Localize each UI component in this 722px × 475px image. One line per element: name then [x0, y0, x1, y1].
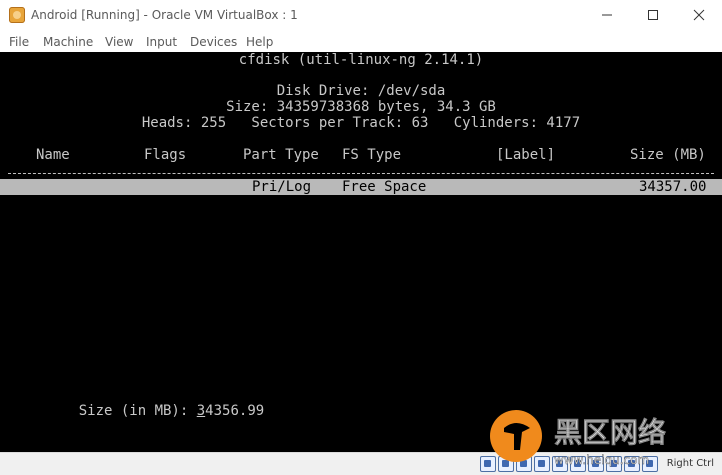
row-size: 34357.00 — [639, 179, 707, 195]
col-part-type: Part Type — [243, 147, 319, 163]
menu-help[interactable]: Help — [246, 35, 273, 49]
row-part-type: Pri/Log — [252, 179, 312, 195]
disk-size-line: Size: 34359738368 bytes, 34.3 GB — [226, 99, 496, 115]
menu-bar: File Machine View Input Devices Help — [0, 30, 722, 52]
disk-geometry-line: Heads: 255 Sectors per Track: 63 Cylinde… — [141, 115, 581, 131]
minimize-button[interactable] — [584, 0, 630, 30]
size-prompt-label: Size (in MB): — [78, 403, 197, 419]
virtualbox-app-icon — [9, 7, 25, 23]
col-label: [Label] — [496, 147, 556, 163]
col-name: Name — [36, 147, 70, 163]
menu-input[interactable]: Input — [146, 35, 177, 49]
col-flags: Flags — [144, 147, 187, 163]
menu-machine[interactable]: Machine — [43, 35, 93, 49]
menu-devices[interactable]: Devices — [190, 35, 237, 49]
menu-view[interactable]: View — [105, 35, 133, 49]
vm-screen[interactable]: cfdisk (util-linux-ng 2.14.1) Disk Drive… — [0, 52, 722, 452]
col-size: Size (MB) — [630, 147, 706, 163]
cursor-char: 3 — [196, 403, 206, 419]
close-button[interactable] — [676, 0, 722, 30]
size-prompt[interactable]: Size (in MB): 34356.99 — [45, 387, 264, 435]
size-prompt-value: 4356.99 — [205, 403, 265, 419]
col-fs-type: FS Type — [342, 147, 402, 163]
watermark-url: www.heiqu.com — [554, 453, 649, 467]
header-separator — [8, 173, 714, 174]
window-controls — [584, 0, 722, 30]
menu-file[interactable]: File — [9, 35, 29, 49]
watermark-text: 黑区网络 — [554, 416, 666, 449]
watermark: 黑区网络 www.heiqu.com — [490, 410, 666, 467]
row-fs-type: Free Space — [342, 179, 427, 195]
maximize-icon — [648, 10, 658, 20]
cfdisk-title: cfdisk (util-linux-ng 2.14.1) — [238, 52, 484, 68]
disk-drive-line: Disk Drive: /dev/sda — [276, 83, 446, 99]
window-title: Android [Running] - Oracle VM VirtualBox… — [31, 8, 298, 22]
title-bar: Android [Running] - Oracle VM VirtualBox… — [0, 0, 722, 30]
partition-row-selected[interactable]: Pri/Log Free Space 34357.00 — [0, 179, 722, 195]
maximize-button[interactable] — [630, 0, 676, 30]
close-icon — [693, 9, 705, 21]
minimize-icon — [602, 14, 612, 16]
